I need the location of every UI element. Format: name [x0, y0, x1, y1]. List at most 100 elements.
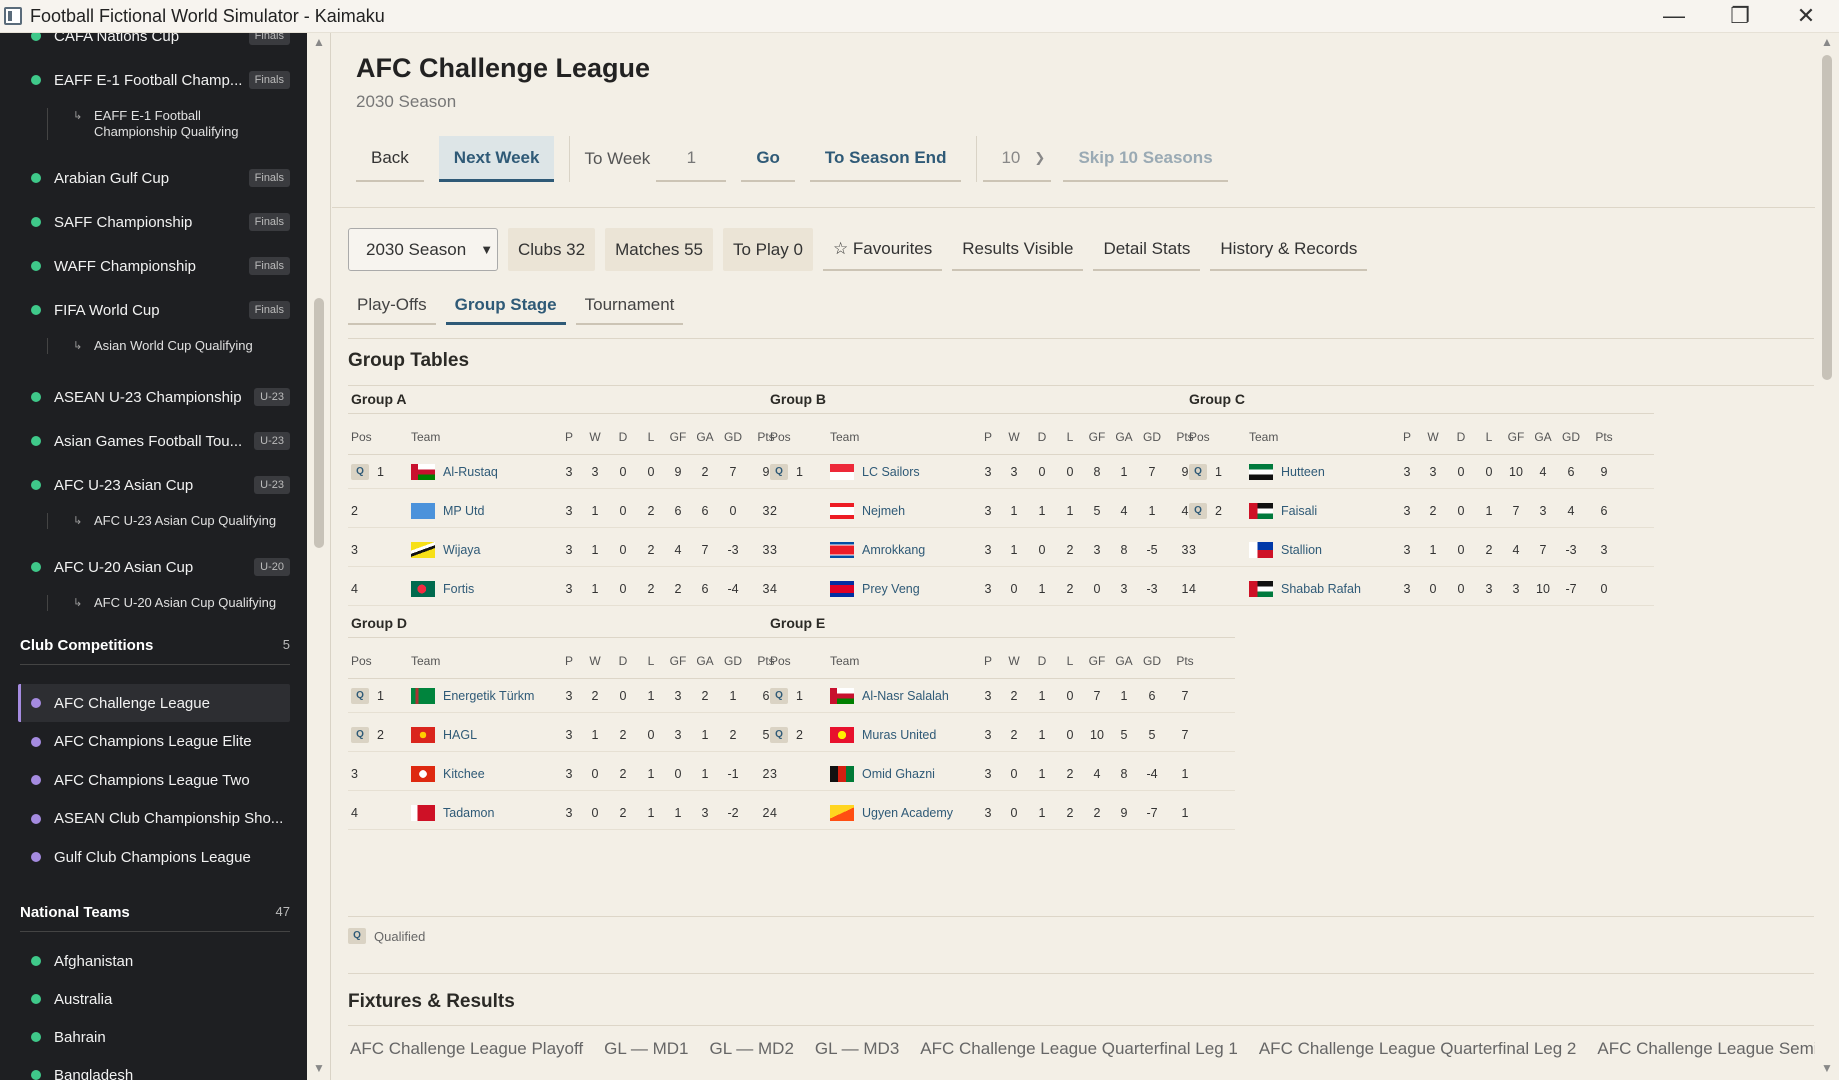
team-link[interactable]: Omid Ghazni — [862, 767, 935, 781]
sidebar-subitem[interactable]: ↳ Asian World Cup Qualifying — [47, 338, 282, 354]
sidebar-item[interactable]: AFC U-23 Asian Cup U-23 — [0, 472, 307, 498]
favourites-button[interactable]: ☆ Favourites — [822, 228, 943, 271]
sidebar-item-nation[interactable]: Bahrain — [0, 1024, 307, 1050]
results-visible-toggle[interactable]: Results Visible — [952, 228, 1084, 271]
team-link[interactable]: MP Utd — [443, 504, 484, 518]
table-row[interactable]: 2 MP Utd 3 1 0 2 6 6 0 3 — [348, 494, 816, 528]
team-link[interactable]: Tadamon — [443, 806, 494, 820]
tab-tournament[interactable]: Tournament — [575, 288, 684, 325]
table-row[interactable]: 4 Fortis 3 1 0 2 2 6 -4 3 — [348, 572, 816, 606]
next-week-button[interactable]: Next Week — [438, 136, 555, 182]
sidebar-item-club[interactable]: AFC Champions League Two — [0, 767, 307, 793]
team-link[interactable]: HAGL — [443, 728, 477, 742]
sidebar-item-nation[interactable]: Australia — [0, 986, 307, 1012]
team-link[interactable]: Amrokkang — [862, 543, 925, 557]
sidebar-item-nation[interactable]: Bangladesh — [0, 1062, 307, 1080]
scroll-up-icon[interactable]: ▲ — [1821, 35, 1833, 49]
team-link[interactable]: Muras United — [862, 728, 936, 742]
stat-cell-ga: 3 — [701, 806, 709, 820]
table-row[interactable]: Q 1 Al-Nasr Salalah 3 2 1 0 7 1 6 7 — [767, 679, 1235, 713]
table-row[interactable]: 3 Amrokkang 3 1 0 2 3 8 -5 3 — [767, 533, 1235, 567]
table-row[interactable]: 4 Prey Veng 3 0 1 2 0 3 -3 1 — [767, 572, 1235, 606]
table-row[interactable]: 2 Nejmeh 3 1 1 1 5 4 1 4 — [767, 494, 1235, 528]
stat-cell-ga: 3 — [1539, 504, 1547, 518]
tab-play-offs[interactable]: Play-Offs — [348, 288, 436, 325]
sidebar-item[interactable]: FIFA World Cup Finals — [0, 297, 307, 323]
table-row[interactable]: 3 Wijaya 3 1 0 2 4 7 -3 3 — [348, 533, 816, 567]
sidebar-subitem[interactable]: ↳ EAFF E-1 Football Championship Qualifyi… — [47, 108, 282, 140]
sidebar-item[interactable]: WAFF Championship Finals — [0, 253, 307, 279]
table-row[interactable]: 4 Tadamon 3 0 2 1 1 3 -2 2 — [348, 796, 816, 830]
round-link[interactable]: GL — MD3 — [815, 1039, 899, 1059]
table-row[interactable]: Q 1 Energetik Türkm 3 2 0 1 3 2 1 6 — [348, 679, 816, 713]
sidebar-item-club[interactable]: Gulf Club Champions League — [0, 844, 307, 870]
team-link[interactable]: Faisali — [1281, 504, 1317, 518]
sidebar-item[interactable]: SAFF Championship Finals — [0, 209, 307, 235]
sidebar-item[interactable]: EAFF E-1 Football Champ... Finals — [0, 67, 307, 93]
table-row[interactable]: Q 1 Hutteen 3 3 0 0 10 4 6 9 — [1186, 455, 1654, 489]
team-link[interactable]: Shabab Rafah — [1281, 582, 1361, 596]
table-row[interactable]: 4 Shabab Rafah 3 0 0 3 3 10 -7 0 — [1186, 572, 1654, 606]
table-row[interactable]: 3 Stallion 3 1 0 2 4 7 -3 3 — [1186, 533, 1654, 567]
position-value: 3 — [770, 543, 777, 557]
team-link[interactable]: Stallion — [1281, 543, 1322, 557]
table-row[interactable]: 3 Kitchee 3 0 2 1 0 1 -1 2 — [348, 757, 816, 791]
to-week-input[interactable]: 1 — [656, 136, 727, 182]
team-link[interactable]: Al-Rustaq — [443, 465, 498, 479]
sidebar-item[interactable]: ASEAN U-23 Championship U-23 — [0, 384, 307, 410]
to-season-end-button[interactable]: To Season End — [809, 136, 962, 182]
sidebar-item-nation[interactable]: Afghanistan — [0, 948, 307, 974]
table-row[interactable]: Q 2 Muras United 3 2 1 0 10 5 5 7 — [767, 718, 1235, 752]
sidebar-item-club[interactable]: ASEAN Club Championship Sho... — [0, 806, 307, 832]
team-link[interactable]: Nejmeh — [862, 504, 905, 518]
restore-icon[interactable]: ❐ — [1707, 0, 1773, 33]
go-button[interactable]: Go — [741, 136, 795, 182]
sidebar-scrollbar[interactable]: ▲ ▼ — [307, 33, 331, 1080]
sidebar-item-club[interactable]: AFC Champions League Elite — [0, 729, 307, 755]
sidebar-item-club[interactable]: AFC Challenge League — [0, 690, 307, 716]
team-link[interactable]: Ugyen Academy — [862, 806, 953, 820]
team-link[interactable]: Kitchee — [443, 767, 485, 781]
sidebar-item[interactable]: Asian Games Football Tou... U-23 — [0, 428, 307, 454]
close-icon[interactable]: ✕ — [1773, 0, 1839, 33]
team-link[interactable]: Fortis — [443, 582, 474, 596]
sidebar-item[interactable]: AFC U-20 Asian Cup U-20 — [0, 554, 307, 580]
season-select[interactable]: 2030 Season ▼ — [348, 228, 498, 271]
table-row[interactable]: 3 Omid Ghazni 3 0 1 2 4 8 -4 1 — [767, 757, 1235, 791]
sidebar-subitem[interactable]: ↳ AFC U-20 Asian Cup Qualifying — [47, 595, 282, 611]
stat-cell-l: 2 — [647, 504, 655, 518]
history-records-button[interactable]: History & Records — [1210, 228, 1368, 271]
round-link[interactable]: AFC Challenge League Quarterfinal Leg 2 — [1259, 1039, 1577, 1059]
skip-count-select[interactable]: 10 ❯ — [983, 136, 1052, 182]
sidebar-item[interactable]: CAFA Nations Cup Finals — [0, 33, 307, 49]
round-link[interactable]: AFC Challenge League Semifinal Leg 1 — [1597, 1039, 1815, 1059]
table-row[interactable]: 4 Ugyen Academy 3 0 1 2 2 9 -7 1 — [767, 796, 1235, 830]
main-scroll-thumb[interactable] — [1822, 55, 1832, 380]
scroll-down-icon[interactable]: ▼ — [1821, 1061, 1833, 1075]
main-scrollbar[interactable]: ▲ ▼ — [1815, 33, 1839, 1080]
sidebar-scroll-thumb[interactable] — [314, 298, 324, 548]
minimize-icon[interactable]: — — [1641, 0, 1707, 33]
table-row[interactable]: Q 1 Al-Rustaq 3 3 0 0 9 2 7 9 — [348, 455, 816, 489]
team-link[interactable]: Al-Nasr Salalah — [862, 689, 949, 703]
scroll-down-icon[interactable]: ▼ — [313, 1061, 325, 1075]
sidebar-subitem[interactable]: ↳ AFC U-23 Asian Cup Qualifying — [47, 513, 282, 529]
table-row[interactable]: Q 2 HAGL 3 1 2 0 3 1 2 5 — [348, 718, 816, 752]
team-link[interactable]: Wijaya — [443, 543, 481, 557]
back-button[interactable]: Back — [356, 136, 424, 182]
round-link[interactable]: GL — MD1 — [604, 1039, 688, 1059]
tab-group-stage[interactable]: Group Stage — [445, 288, 566, 325]
table-row[interactable]: Q 1 LC Sailors 3 3 0 0 8 1 7 9 — [767, 455, 1235, 489]
team-link[interactable]: Energetik Türkm — [443, 689, 534, 703]
detail-stats-toggle[interactable]: Detail Stats — [1093, 228, 1201, 271]
skip-seasons-button[interactable]: Skip 10 Seasons — [1063, 136, 1228, 182]
round-link[interactable]: AFC Challenge League Playoff — [350, 1039, 583, 1059]
sidebar-item[interactable]: Arabian Gulf Cup Finals — [0, 165, 307, 191]
round-link[interactable]: AFC Challenge League Quarterfinal Leg 1 — [920, 1039, 1238, 1059]
team-link[interactable]: LC Sailors — [862, 465, 920, 479]
round-link[interactable]: GL — MD2 — [710, 1039, 794, 1059]
team-link[interactable]: Prey Veng — [862, 582, 920, 596]
team-link[interactable]: Hutteen — [1281, 465, 1325, 479]
table-row[interactable]: Q 2 Faisali 3 2 0 1 7 3 4 6 — [1186, 494, 1654, 528]
scroll-up-icon[interactable]: ▲ — [313, 35, 325, 49]
